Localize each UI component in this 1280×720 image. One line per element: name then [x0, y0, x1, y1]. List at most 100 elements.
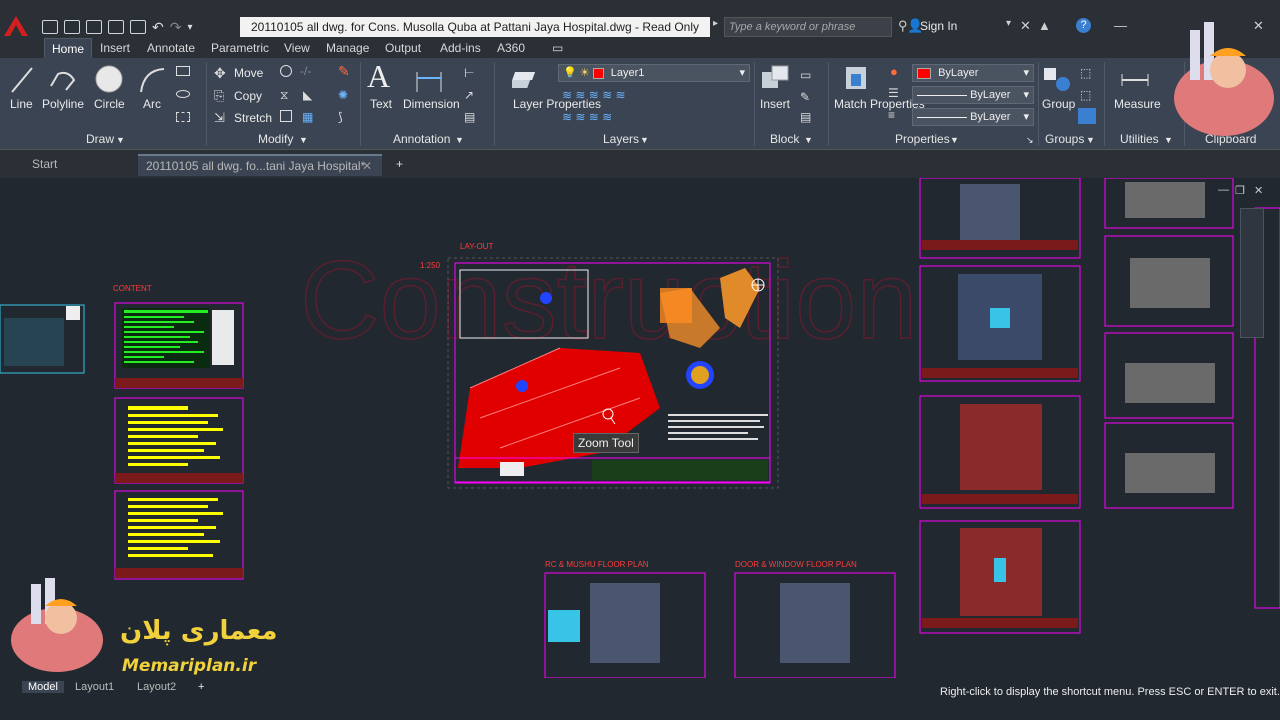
measure-button[interactable]: Measure	[1114, 97, 1161, 111]
table-icon[interactable]: ▤	[464, 110, 475, 124]
help-icon[interactable]: ?	[1076, 18, 1091, 33]
viewport-minimize-icon[interactable]: —	[1218, 184, 1229, 196]
layer-tool-icon[interactable]: ≋ ≋ ≋ ≋ ≋	[562, 88, 626, 102]
viewport-restore-icon[interactable]: ❐	[1235, 184, 1245, 197]
tab-home[interactable]: Home	[44, 38, 93, 58]
print-icon[interactable]	[130, 20, 146, 34]
quick-access-toolbar: ↶ ↷ ▾	[42, 17, 193, 37]
attribute-icon[interactable]: ▤	[800, 110, 811, 124]
sheet-title: DOOR & WINDOW FLOOR PLAN	[735, 560, 857, 569]
tab-output[interactable]: Output	[385, 41, 421, 55]
annotation-panel-expand-icon[interactable]: ▼	[455, 135, 464, 145]
dimension-button[interactable]: Dimension	[403, 97, 460, 111]
new-icon[interactable]	[42, 20, 58, 34]
group-edit-icon[interactable]: ⬚	[1080, 88, 1091, 102]
start-tab[interactable]: Start	[24, 154, 134, 176]
tab-insert[interactable]: Insert	[100, 41, 130, 55]
explode-icon[interactable]: ✺	[338, 88, 348, 102]
sign-in-button[interactable]: Sign In	[920, 19, 957, 33]
circle-button[interactable]: Circle	[94, 97, 125, 111]
model-tab[interactable]: Model	[22, 681, 64, 693]
layout2-tab[interactable]: Layout2	[137, 681, 176, 693]
arc-button[interactable]: Arc	[143, 97, 161, 111]
text-button[interactable]: Text	[370, 97, 392, 111]
qat-dropdown-icon[interactable]: ▾	[187, 22, 192, 33]
properties-panel-title[interactable]: Properties	[895, 132, 950, 146]
layers-panel-expand-icon[interactable]: ▼	[640, 135, 649, 145]
edit-block-icon[interactable]: ✎	[800, 90, 810, 104]
autodesk-icon[interactable]: ▲	[1038, 18, 1051, 33]
insert-button[interactable]: Insert	[760, 97, 790, 111]
copy-button[interactable]: Copy	[234, 89, 262, 103]
tab-add-ins[interactable]: Add-ins	[440, 41, 481, 55]
annotation-panel-title[interactable]: Annotation	[393, 132, 450, 146]
tab-a360[interactable]: A360	[497, 41, 525, 55]
scale-icon[interactable]	[280, 110, 292, 122]
draw-panel-title[interactable]: Draw	[86, 132, 114, 146]
array-icon[interactable]: ▦	[302, 110, 313, 124]
drawing-canvas[interactable]: Construction CONTENT LAY-OUT 1:250 RC & …	[0, 178, 1280, 678]
ungroup-icon[interactable]: ⬚	[1080, 66, 1091, 80]
create-block-icon[interactable]: ▭	[800, 68, 811, 82]
hatch-icon[interactable]	[176, 90, 190, 98]
watermark-logo-top	[1168, 20, 1278, 140]
erase-icon[interactable]: ✎	[338, 63, 350, 80]
modify-panel-title[interactable]: Modify	[258, 132, 293, 146]
polyline-button[interactable]: Polyline	[42, 97, 84, 111]
tab-parametric[interactable]: Parametric	[211, 41, 269, 55]
fillet-icon[interactable]: ◣	[303, 88, 312, 102]
group-button[interactable]: Group	[1042, 97, 1075, 111]
layer-dropdown[interactable]: 💡 ☀ Layer1 ▾	[558, 64, 750, 82]
drawing-tab[interactable]: 20110105 all dwg. fo...tani Jaya Hospita…	[138, 154, 382, 176]
mirror-icon[interactable]: ⧖	[280, 88, 288, 103]
layers-panel-title[interactable]: Layers	[603, 132, 639, 146]
minimize-icon[interactable]: —	[1114, 18, 1127, 33]
tab-annotate[interactable]: Annotate	[147, 41, 195, 55]
stretch-button[interactable]: Stretch	[234, 111, 272, 125]
lineweight-dropdown[interactable]: ByLayer ▾	[912, 108, 1034, 126]
group-select-icon[interactable]	[1078, 108, 1096, 124]
offset-icon[interactable]: ⟆	[338, 110, 343, 124]
trim-icon[interactable]: -/-	[300, 64, 311, 78]
groups-panel-title[interactable]: Groups	[1045, 132, 1084, 146]
layout1-tab[interactable]: Layout1	[75, 681, 114, 693]
drawing-graphics: Construction	[0, 178, 1280, 678]
scale-label: 1:250	[420, 261, 441, 270]
color-dropdown-arrow-icon: ▾	[1023, 67, 1029, 79]
move-button[interactable]: Move	[234, 66, 263, 80]
viewport-close-icon[interactable]: ✕	[1254, 184, 1263, 197]
redo-icon[interactable]: ↷	[170, 19, 182, 36]
draw-panel-expand-icon[interactable]: ▼	[116, 135, 125, 145]
open-icon[interactable]	[64, 20, 80, 34]
linetype-dropdown[interactable]: ByLayer ▾	[912, 86, 1034, 104]
add-layout-button[interactable]: +	[198, 681, 204, 693]
close-tab-icon[interactable]: ✕	[362, 156, 372, 176]
properties-panel-expand-icon[interactable]: ▼	[950, 135, 959, 145]
new-tab-button[interactable]: +	[388, 154, 403, 176]
tab-manage[interactable]: Manage	[326, 41, 369, 55]
groups-panel-expand-icon[interactable]: ▼	[1086, 135, 1095, 145]
tab-view[interactable]: View	[284, 41, 310, 55]
exchange-icon[interactable]: ✕	[1020, 18, 1031, 34]
undo-icon[interactable]: ↶	[152, 19, 164, 36]
utilities-panel-title[interactable]: Utilities	[1120, 132, 1159, 146]
panel-separator	[360, 62, 361, 146]
line-button[interactable]: Line	[10, 97, 33, 111]
search-input[interactable]: Type a keyword or phrase	[724, 17, 892, 37]
modify-panel-expand-icon[interactable]: ▼	[299, 135, 308, 145]
region-icon[interactable]	[176, 112, 190, 122]
linear-dim-icon[interactable]: ⊢	[464, 66, 474, 80]
properties-dialog-launcher-icon[interactable]: ↘	[1026, 135, 1034, 146]
tab-extra-icon[interactable]: ▭	[552, 41, 563, 55]
block-panel-expand-icon[interactable]: ▼	[804, 135, 813, 145]
color-dropdown[interactable]: ByLayer ▾	[912, 64, 1034, 82]
leader-icon[interactable]: ↗	[464, 88, 474, 102]
rectangle-icon[interactable]	[176, 66, 190, 76]
layer-tool-icon[interactable]: ≋ ≋ ≋ ≋	[562, 110, 612, 124]
save-icon[interactable]	[86, 20, 102, 34]
signin-dropdown-icon[interactable]: ▾	[1006, 18, 1011, 29]
block-panel-title[interactable]: Block	[770, 132, 799, 146]
saveas-icon[interactable]	[108, 20, 124, 34]
rotate-icon[interactable]	[280, 65, 292, 77]
navigation-bar[interactable]	[1240, 208, 1264, 338]
